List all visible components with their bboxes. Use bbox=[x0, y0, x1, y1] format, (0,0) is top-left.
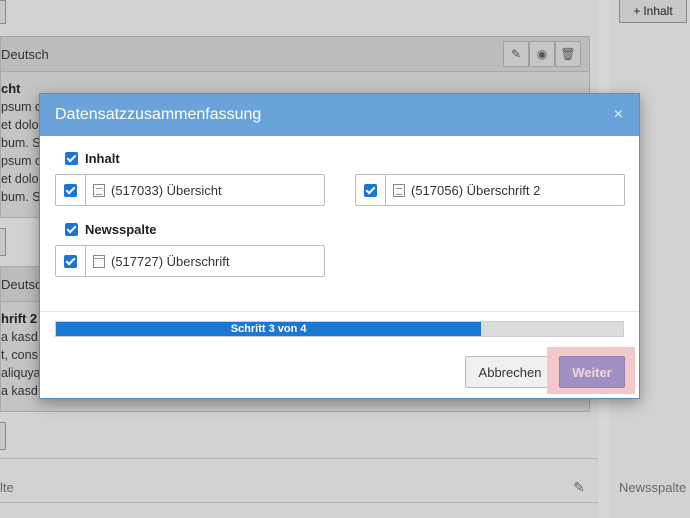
bg-add-content-label: Inhalt bbox=[643, 4, 673, 18]
next-button[interactable]: Weiter bbox=[559, 356, 625, 388]
record-checkbox-cell[interactable] bbox=[56, 246, 86, 276]
bg-card-title: hrift 2 bbox=[1, 311, 38, 326]
bg-card-line: bum. S bbox=[1, 190, 41, 204]
bg-card-line: et dolor bbox=[1, 172, 43, 186]
record-item[interactable]: (517033) Übersicht bbox=[55, 174, 325, 206]
record-label: (517727) Überschrift bbox=[111, 253, 230, 269]
bg-card-line: aliquya bbox=[1, 366, 41, 380]
bg-card-language: Deutsch bbox=[1, 46, 49, 62]
bg-card-1-button bbox=[0, 228, 6, 256]
record-checkbox-cell[interactable] bbox=[56, 175, 86, 205]
bg-separator bbox=[0, 502, 598, 503]
group-newsspalte-label: Newsspalte bbox=[85, 222, 157, 237]
close-icon[interactable]: × bbox=[614, 106, 623, 124]
bg-top-left-button bbox=[0, 0, 6, 24]
bg-card-toolbar: ✎ ◉ 🗑 bbox=[503, 41, 581, 67]
bg-card-line: a kasd bbox=[1, 330, 38, 344]
trash-icon: 🗑 bbox=[555, 41, 581, 67]
record-summary-modal: Datensatzzusammenfassung × Inhalt (51703… bbox=[39, 93, 640, 399]
record-label: (517033) Übersicht bbox=[111, 182, 222, 198]
bg-card-2-button bbox=[0, 422, 6, 450]
bg-card-line: psum o bbox=[1, 154, 42, 168]
record-item[interactable]: (517056) Überschrift 2 bbox=[355, 174, 625, 206]
bg-card-line: psum o bbox=[1, 100, 42, 114]
bg-add-content-button: + Inhalt bbox=[619, 0, 687, 23]
record-checkbox[interactable] bbox=[64, 254, 77, 268]
group-inhalt[interactable]: Inhalt bbox=[65, 151, 120, 166]
text-content-icon bbox=[93, 183, 105, 197]
bg-card-line: t, cons bbox=[1, 348, 38, 362]
pencil-icon: ✎ bbox=[503, 41, 529, 67]
group-newsspalte-checkbox[interactable] bbox=[65, 223, 78, 236]
record-label: (517056) Überschrift 2 bbox=[411, 182, 541, 198]
record-item[interactable]: (517727) Überschrift bbox=[55, 245, 325, 277]
bg-card-title: cht bbox=[1, 81, 21, 96]
text-content-icon bbox=[393, 183, 405, 197]
group-newsspalte[interactable]: Newsspalte bbox=[65, 222, 157, 237]
group-inhalt-checkbox[interactable] bbox=[65, 152, 78, 165]
header-content-icon bbox=[93, 254, 105, 268]
modal-title: Datensatzzusammenfassung bbox=[55, 106, 262, 123]
toggle-icon: ◉ bbox=[529, 41, 555, 67]
bg-card-header: Deutsch ✎ ◉ 🗑 bbox=[1, 37, 589, 72]
bg-separator bbox=[0, 458, 598, 459]
modal-footer-divider bbox=[40, 311, 639, 312]
record-checkbox[interactable] bbox=[364, 183, 377, 197]
bg-column-label-left: lte bbox=[0, 480, 14, 495]
progress-text: Schritt 3 von 4 bbox=[230, 323, 307, 335]
modal-header: Datensatzzusammenfassung × bbox=[40, 94, 639, 136]
record-checkbox-cell[interactable] bbox=[356, 175, 386, 205]
modal-body: Inhalt (517033) Übersicht (517056) Übers… bbox=[40, 136, 639, 311]
group-inhalt-label: Inhalt bbox=[85, 151, 120, 166]
bg-card-line: bum. S bbox=[1, 136, 41, 150]
record-checkbox[interactable] bbox=[64, 183, 77, 197]
bg-card-language: Deutsc bbox=[1, 276, 42, 292]
plus-icon: + bbox=[633, 4, 641, 18]
cancel-button[interactable]: Abbrechen bbox=[465, 356, 555, 388]
bg-column-label-right: Newsspalte bbox=[619, 480, 687, 495]
edit-column-icon: ✎ bbox=[573, 479, 585, 495]
wizard-progress-bar: Schritt 3 von 4 bbox=[55, 321, 624, 337]
bg-card-line: et dolor bbox=[1, 118, 43, 132]
bg-card-line: a kasd bbox=[1, 384, 38, 398]
